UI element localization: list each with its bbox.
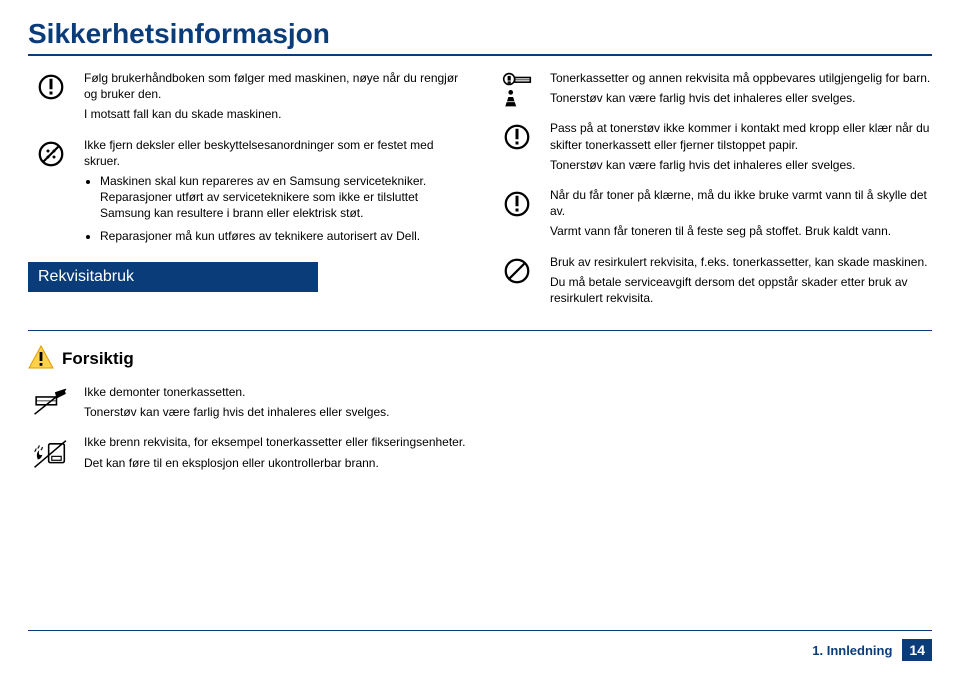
right-row-3: Når du får toner på klærne, må du ikke b… [494, 187, 932, 244]
text: Du må betale serviceavgift dersom det op… [550, 274, 932, 306]
right-row-4: Bruk av resirkulert rekvisita, f.eks. to… [494, 254, 932, 311]
caution-triangle-icon [28, 345, 54, 372]
text: Følg brukerhåndboken som følger med mask… [84, 70, 466, 102]
right-row-3-text: Når du får toner på klærne, må du ikke b… [550, 187, 932, 244]
list-item: Reparasjoner må kun utføres av teknikere… [100, 228, 466, 244]
left-row-1: Følg brukerhåndboken som følger med mask… [28, 70, 466, 127]
warning-icon [28, 70, 74, 102]
keep-away-child-icon [494, 70, 540, 108]
no-burn-icon [28, 434, 74, 472]
text: Tonerstøv kan være farlig hvis det inhal… [550, 90, 932, 106]
bottom-block: Ikke demonter tonerkassetten. Tonerstøv … [28, 384, 588, 475]
text: Tonerkassetter og annen rekvisita må opp… [550, 70, 932, 86]
left-row-2-text: Ikke fjern deksler eller beskyttelsesano… [84, 137, 466, 252]
right-column: Tonerkassetter og annen rekvisita må opp… [494, 70, 932, 320]
main-columns: Følg brukerhåndboken som følger med mask… [28, 70, 932, 320]
prohibit-icon [28, 137, 74, 169]
caution-label: Forsiktig [62, 349, 134, 369]
bottom-row-1: Ikke demonter tonerkassetten. Tonerstøv … [28, 384, 588, 424]
page-number: 14 [902, 639, 932, 661]
right-row-2: Pass på at tonerstøv ikke kommer i konta… [494, 120, 932, 177]
text: Det kan føre til en eksplosjon eller uko… [84, 455, 588, 471]
text: Bruk av resirkulert rekvisita, f.eks. to… [550, 254, 932, 270]
bottom-row-2-text: Ikke brenn rekvisita, for eksempel toner… [84, 434, 588, 474]
warning-icon [494, 120, 540, 152]
text: Tonerstøv kan være farlig hvis det inhal… [550, 157, 932, 173]
text: Ikke fjern deksler eller beskyttelsesano… [84, 137, 466, 169]
right-row-4-text: Bruk av resirkulert rekvisita, f.eks. to… [550, 254, 932, 311]
divider [28, 330, 932, 331]
footer: 1. Innledning 14 [28, 630, 932, 661]
footer-rule [28, 630, 932, 631]
title-rule [28, 54, 932, 56]
right-row-1: Tonerkassetter og annen rekvisita må opp… [494, 70, 932, 110]
text: Når du får toner på klærne, må du ikke b… [550, 187, 932, 219]
page-title: Sikkerhetsinformasjon [28, 18, 932, 50]
no-disassemble-icon [28, 384, 74, 422]
footer-line: 1. Innledning 14 [28, 639, 932, 661]
left-column: Følg brukerhåndboken som følger med mask… [28, 70, 466, 320]
text: Pass på at tonerstøv ikke kommer i konta… [550, 120, 932, 152]
prohibit-icon [494, 254, 540, 286]
text: Ikke demonter tonerkassetten. [84, 384, 588, 400]
left-row-1-text: Følg brukerhåndboken som følger med mask… [84, 70, 466, 127]
text: Ikke brenn rekvisita, for eksempel toner… [84, 434, 588, 450]
list-item: Maskinen skal kun repareres av en Samsun… [100, 173, 466, 222]
right-row-1-text: Tonerkassetter og annen rekvisita må opp… [550, 70, 932, 110]
right-row-2-text: Pass på at tonerstøv ikke kommer i konta… [550, 120, 932, 177]
bottom-row-2: Ikke brenn rekvisita, for eksempel toner… [28, 434, 588, 474]
caution-heading: Forsiktig [28, 345, 932, 372]
section-heading: Rekvisitabruk [28, 262, 318, 292]
text: I motsatt fall kan du skade maskinen. [84, 106, 466, 122]
bottom-row-1-text: Ikke demonter tonerkassetten. Tonerstøv … [84, 384, 588, 424]
chapter-label: 1. Innledning [812, 643, 892, 658]
text: Varmt vann får toneren til å feste seg p… [550, 223, 932, 239]
warning-icon [494, 187, 540, 219]
bullet-list: Maskinen skal kun repareres av en Samsun… [84, 173, 466, 244]
left-row-2: Ikke fjern deksler eller beskyttelsesano… [28, 137, 466, 252]
text: Tonerstøv kan være farlig hvis det inhal… [84, 404, 588, 420]
